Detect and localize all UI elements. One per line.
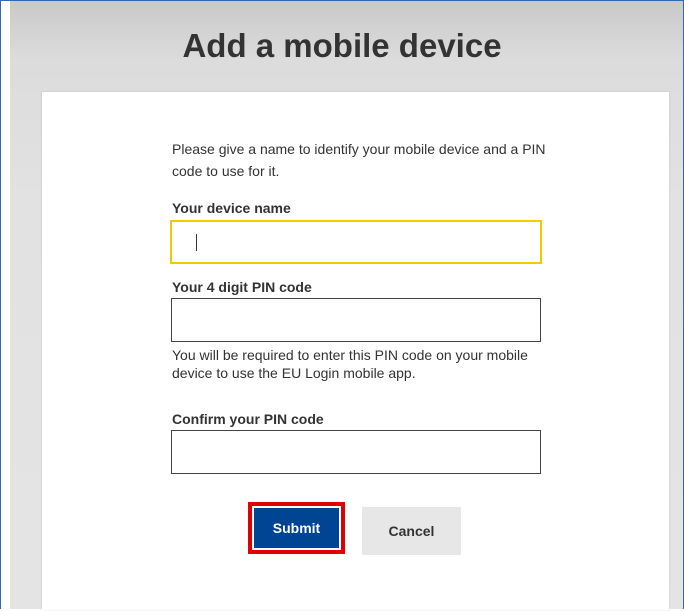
form-card: Please give a name to identify your mobi… xyxy=(42,92,669,610)
device-name-input[interactable] xyxy=(170,220,542,264)
submit-highlight: Submit xyxy=(248,502,345,554)
pin-input[interactable] xyxy=(171,298,541,342)
cancel-button[interactable]: Cancel xyxy=(362,507,461,555)
window-edge xyxy=(1,1,10,611)
pin-help-text: You will be required to enter this PIN c… xyxy=(172,347,528,381)
submit-button[interactable]: Submit xyxy=(254,508,339,548)
confirm-pin-input[interactable] xyxy=(171,430,541,474)
intro-text: Please give a name to identify your mobi… xyxy=(172,141,546,179)
page-title: Add a mobile device xyxy=(182,27,502,64)
confirm-pin-label: Confirm your PIN code xyxy=(172,411,324,427)
device-name-label: Your device name xyxy=(172,200,291,216)
text-caret xyxy=(196,234,197,251)
pin-label: Your 4 digit PIN code xyxy=(172,279,312,295)
